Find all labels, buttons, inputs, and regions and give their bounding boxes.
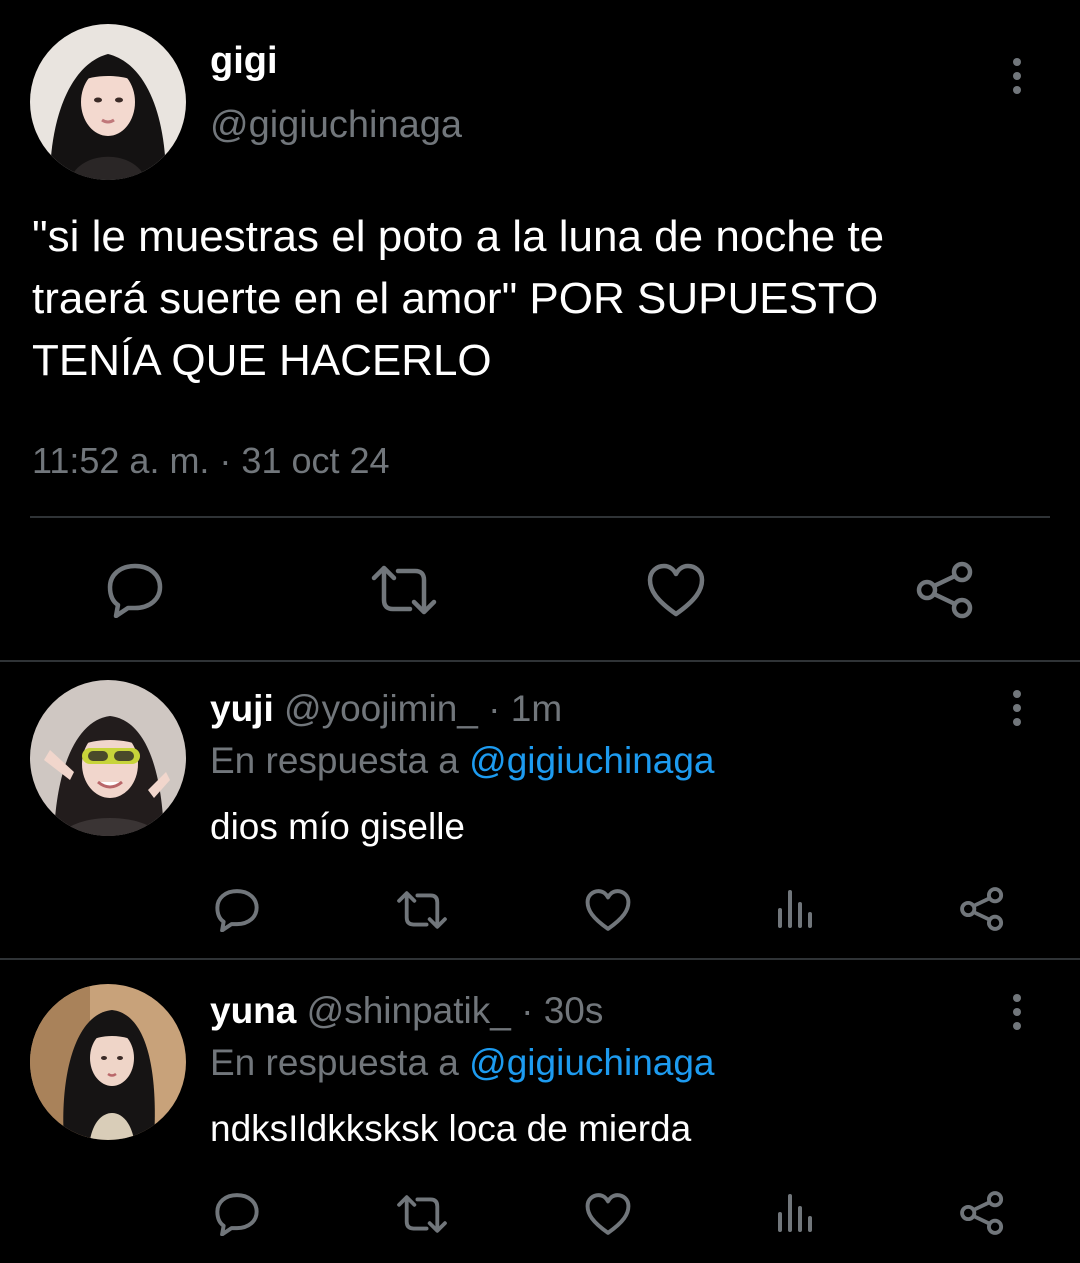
handle[interactable]: @gigiuchinaga — [210, 104, 462, 147]
timestamp[interactable]: 11:52 a. m. · 31 oct 24 — [32, 440, 390, 482]
display-name[interactable]: gigi — [210, 40, 278, 83]
retweet-icon[interactable] — [396, 1194, 448, 1234]
share-icon[interactable] — [958, 886, 1006, 932]
reply-icon[interactable] — [106, 562, 164, 618]
more-options-icon[interactable] — [1010, 994, 1024, 1030]
retweet-icon[interactable] — [396, 890, 448, 930]
retweet-icon[interactable] — [370, 564, 438, 616]
mention-link[interactable]: @gigiuchinaga — [469, 1042, 714, 1083]
views-icon[interactable] — [776, 1192, 816, 1234]
reply-text: dios mío giselle — [210, 806, 466, 847]
divider — [30, 516, 1050, 518]
divider — [0, 958, 1080, 960]
reply-header: yuji @yoojimin_ · 1m — [210, 688, 562, 730]
share-icon[interactable] — [958, 1190, 1006, 1236]
reply-context: En respuesta a @gigiuchinaga — [210, 740, 715, 782]
reply-header: yuna @shinpatik_ · 30s — [210, 990, 603, 1032]
like-icon[interactable] — [646, 562, 706, 618]
views-icon[interactable] — [776, 888, 816, 930]
more-options-icon[interactable] — [1010, 58, 1024, 94]
display-name[interactable]: yuji — [210, 688, 274, 729]
handle[interactable]: @yoojimin_ — [284, 688, 478, 729]
tweet-text-line: "si le muestras el poto a la luna de noc… — [32, 212, 885, 261]
tweet-text-line: TENÍA QUE HACERLO — [32, 336, 492, 385]
handle[interactable]: @shinpatik_ — [307, 990, 511, 1031]
time-ago[interactable]: · 1m — [488, 688, 562, 729]
more-options-icon[interactable] — [1010, 690, 1024, 726]
reply-text: ndksIldkksksk loca de mierda — [210, 1108, 692, 1149]
tweet-text-line: traerá suerte en el amor" POR SUPUESTO — [32, 274, 879, 323]
time-ago[interactable]: · 30s — [521, 990, 603, 1031]
reply-prefix: En respuesta a — [210, 740, 459, 781]
display-name[interactable]: yuna — [210, 990, 296, 1031]
avatar[interactable] — [30, 680, 186, 836]
reply-icon[interactable] — [214, 888, 260, 932]
share-icon[interactable] — [914, 560, 976, 620]
mention-link[interactable]: @gigiuchinaga — [469, 740, 714, 781]
divider — [0, 660, 1080, 662]
like-icon[interactable] — [584, 1192, 632, 1236]
avatar[interactable] — [30, 984, 186, 1140]
reply-icon[interactable] — [214, 1192, 260, 1236]
reply-prefix: En respuesta a — [210, 1042, 459, 1083]
reply-context: En respuesta a @gigiuchinaga — [210, 1042, 715, 1084]
tweet-text: "si le muestras el poto a la luna de noc… — [32, 206, 884, 392]
like-icon[interactable] — [584, 888, 632, 932]
avatar[interactable] — [30, 24, 186, 180]
